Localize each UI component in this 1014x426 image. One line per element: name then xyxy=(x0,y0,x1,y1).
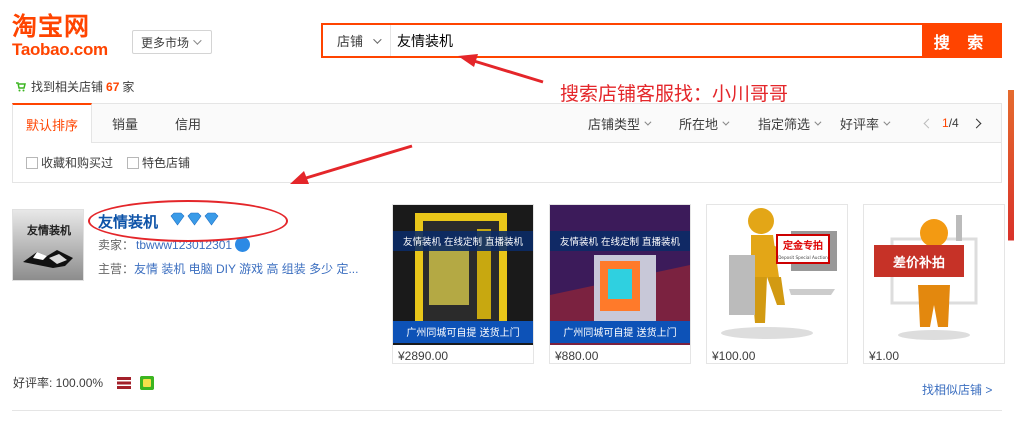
annotation-arrows xyxy=(290,54,544,184)
arrowhead-icon xyxy=(290,171,309,184)
arrow-to-search-icon xyxy=(473,59,544,84)
arrowhead-icon xyxy=(458,54,478,67)
arrow-to-shop-icon xyxy=(305,144,413,180)
